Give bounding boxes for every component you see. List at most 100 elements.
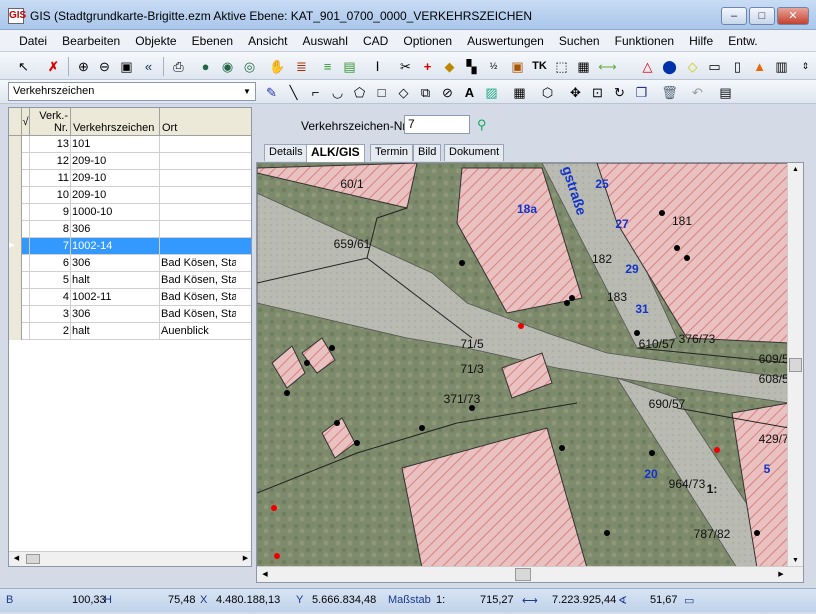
tab-dokument[interactable]: Dokument [444,144,505,161]
crosshair-icon[interactable]: + [418,57,437,76]
scroll-left-icon[interactable]: ◀ [258,568,272,581]
row-check[interactable] [22,323,30,340]
table-row[interactable]: 2 halt Auenblick [9,323,251,340]
line-icon[interactable]: ╲ [284,83,303,102]
table-row[interactable]: 9 1000-10 [9,204,251,221]
menu-cad[interactable]: CAD [357,30,394,52]
row-selector[interactable] [9,272,22,289]
row-check[interactable] [22,221,30,238]
row-check[interactable] [22,204,30,221]
scroll-right-icon[interactable]: ▶ [239,553,251,565]
menu-suchen[interactable]: Suchen [553,30,606,52]
tk-icon[interactable]: TK [530,57,549,76]
warning-sign-icon[interactable]: △ [638,57,657,76]
menu-ansicht[interactable]: Ansicht [242,30,293,52]
row-selector[interactable] [9,136,22,153]
copy-icon[interactable]: ❐ [632,83,651,102]
map-horizontal-scrollbar[interactable]: ◀ ▶ [257,566,803,582]
table-row[interactable]: 13 101 [9,136,251,153]
menu-entw[interactable]: Entw. [722,30,763,52]
table-row[interactable]: 12 209-10 [9,153,251,170]
numbering-icon[interactable]: ½ [484,57,503,76]
row-selector[interactable] [9,204,22,221]
globe-icon[interactable]: ● [196,57,215,76]
text-label-icon[interactable]: Ⅰ [368,57,387,76]
tab-termin[interactable]: Termin [370,144,414,161]
speed-sign-icon[interactable]: ▭ [705,57,724,76]
menu-hilfe[interactable]: Hilfe [683,30,719,52]
row-check[interactable] [22,153,30,170]
scroll-left-icon[interactable]: ◀ [10,553,23,565]
legend-icon[interactable]: ▤ [340,57,359,76]
rectangle-icon[interactable]: □ [372,83,391,102]
tab-bild[interactable]: Bild [413,144,442,161]
row-selector[interactable] [9,289,22,306]
close-button[interactable]: ✕ [777,7,809,25]
info-sign-icon[interactable]: ⬤ [660,57,679,76]
layers-icon[interactable]: ≣ [292,57,311,76]
checker-icon[interactable]: ▚ [462,57,481,76]
pin-icon[interactable]: ✎ [262,83,281,102]
image-tool-icon[interactable]: ▨ [482,83,501,102]
row-selector[interactable] [9,153,22,170]
rotate-icon[interactable]: ↻ [610,83,629,102]
maximize-button[interactable]: □ [749,7,775,25]
tag-icon[interactable]: ◆ [440,57,459,76]
tab-details[interactable]: Details [264,144,308,161]
table-row[interactable]: 6 306 Bad Kösen, Sta [9,255,251,272]
rhombus-icon[interactable]: ◇ [394,83,413,102]
map-vertical-scrollbar[interactable]: ▲ ▼ [787,163,803,568]
row-check[interactable] [22,170,30,187]
table-row[interactable]: 3 306 Bad Kösen, Sta [9,306,251,323]
undo-icon[interactable]: ↶ [688,83,707,102]
barrier-icon[interactable]: ▥ [772,57,791,76]
header-nr[interactable]: Verk.-Nr. [30,108,71,136]
compass-icon[interactable]: ⊘ [438,83,457,102]
text-tool-icon[interactable]: A [460,83,479,102]
layer-stack-icon[interactable]: ≡ [318,57,337,76]
sign-number-input[interactable]: 7 [404,115,470,134]
table-scroll-thumb[interactable] [26,554,40,564]
table-row[interactable]: 11 209-10 [9,170,251,187]
row-selector[interactable] [9,221,22,238]
row-check[interactable] [22,136,30,153]
header-ort[interactable]: Ort [160,108,251,136]
properties-icon[interactable]: ▤ [716,83,735,102]
print-icon[interactable]: ⎙ [169,57,188,76]
diamond-sign-icon[interactable]: ◇ [683,57,702,76]
header-zeichen[interactable]: Verkehrszeichen [71,108,160,136]
scroll-right-icon[interactable]: ▶ [774,568,788,581]
menu-auswahl[interactable]: Auswahl [297,30,354,52]
node-edit-icon[interactable]: ⬡ [538,83,557,102]
menu-funktionen[interactable]: Funktionen [609,30,680,52]
trash-icon[interactable]: 🗑 [660,83,679,102]
globe-center-icon[interactable]: ◎ [240,57,259,76]
polyline-icon[interactable]: ⌐ [306,83,325,102]
table-horizontal-scrollbar[interactable]: ◀ ▶ [9,551,251,566]
header-check[interactable]: √ [22,108,30,136]
table-row[interactable]: 5 halt Bad Kösen, Sta [9,272,251,289]
toolbar-overflow-icon[interactable]: ⇕ [796,57,815,76]
tools-icon[interactable]: ✂ [396,57,415,76]
row-selector[interactable] [9,170,22,187]
layer-select[interactable]: Verkehrszeichen ▼ [8,82,256,101]
minimize-button[interactable]: – [721,7,747,25]
pointer-icon[interactable]: ↖ [14,57,33,76]
table-row[interactable]: 8 306 [9,221,251,238]
pan-hand-icon[interactable]: ✋ [268,57,287,76]
sign-marker[interactable] [271,505,277,511]
sign-pole-icon[interactable]: ▯ [728,57,747,76]
grid-tool-icon[interactable]: ▦ [510,83,529,102]
menu-optionen[interactable]: Optionen [397,30,458,52]
row-check[interactable] [22,289,30,306]
row-selector[interactable]: ▸ [9,238,22,255]
tab-alk-gis[interactable]: ALK/GIS [306,144,365,162]
cone-icon[interactable]: ▲ [750,57,769,76]
menu-objekte[interactable]: Objekte [129,30,182,52]
map-canvas[interactable]: 60/1 659/61 71/5 71/3 371/73 610/57 609/57 608/… [257,163,789,568]
sign-marker[interactable] [274,553,280,559]
map-vscroll-thumb[interactable] [789,358,802,372]
sign-marker[interactable] [714,447,720,453]
table-row[interactable]: 10 209-10 [9,187,251,204]
menu-bearbeiten[interactable]: Bearbeiten [56,30,126,52]
